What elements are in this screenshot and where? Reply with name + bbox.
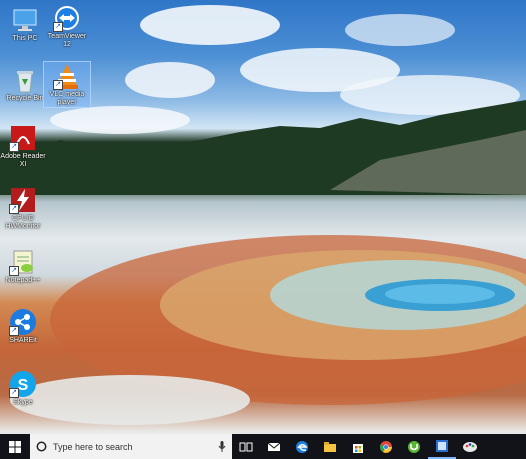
search-placeholder: Type here to search [53, 441, 133, 452]
taskbar-paint-button[interactable] [456, 434, 484, 459]
this-pc-icon [11, 6, 39, 34]
taskbar-edge-button[interactable] [288, 434, 316, 459]
cortana-icon [36, 441, 47, 452]
vlc-icon: ↗ [53, 62, 81, 90]
desktop-icon-label: VLC media player [49, 91, 85, 106]
skype-icon: S ↗ [9, 370, 37, 398]
desktop-icon-recycle-bin[interactable]: Recycle Bin [2, 66, 48, 103]
recycle-bin-icon [11, 66, 39, 94]
shortcut-arrow-icon: ↗ [9, 142, 19, 152]
store-icon [353, 443, 363, 453]
shortcut-arrow-icon: ↗ [9, 266, 19, 276]
taskbar-file-explorer-button[interactable] [316, 434, 344, 459]
desktop-icon-adobe-reader[interactable]: ↗ Adobe Reader XI [0, 124, 46, 169]
teamviewer-icon: ↗ [53, 4, 81, 32]
taskbar-mail-button[interactable] [260, 434, 288, 459]
shareit-icon: ↗ [9, 308, 37, 336]
utorrent-icon [408, 440, 420, 453]
desktop-icon-vlc[interactable]: ↗ VLC media player [43, 61, 91, 108]
shortcut-arrow-icon: ↗ [9, 388, 19, 398]
app-icon [436, 439, 448, 452]
taskbar-app-button[interactable] [428, 434, 456, 459]
file-explorer-icon [324, 441, 336, 452]
desktop-icon-hwmonitor[interactable]: ↗ CPUID HWMonitor [0, 186, 46, 231]
hwmonitor-icon: ↗ [9, 186, 37, 214]
desktop-icon-shareit[interactable]: ↗ SHAREit [0, 308, 46, 345]
adobe-reader-icon: ↗ [9, 124, 37, 152]
paint-icon [463, 441, 477, 452]
desktop[interactable]: This PC ↗ TeamViewer 12 Recycle Bin ↗ VL… [0, 0, 526, 459]
desktop-icon-label: Adobe Reader XI [0, 153, 46, 168]
desktop-icon-teamviewer[interactable]: ↗ TeamViewer 12 [44, 4, 90, 49]
taskbar-chrome-button[interactable] [372, 434, 400, 459]
shortcut-arrow-icon: ↗ [9, 204, 19, 214]
taskbar-search-box[interactable]: Type here to search [30, 434, 232, 459]
taskbar-utorrent-button[interactable] [400, 434, 428, 459]
windows-logo-icon [9, 440, 21, 453]
desktop-icon-label: CPUID HWMonitor [5, 215, 41, 230]
edge-icon [296, 440, 308, 453]
desktop-icon-label: Recycle Bin [6, 95, 44, 102]
desktop-icon-label: Skype [13, 399, 33, 406]
shortcut-arrow-icon: ↗ [9, 326, 19, 336]
task-view-icon [239, 442, 253, 451]
desktop-icon-skype[interactable]: S ↗ Skype [0, 370, 46, 407]
desktop-icon-notepad-plus-plus[interactable]: ↗ Notepad++ [0, 248, 46, 285]
svg-text:S: S [18, 377, 29, 394]
desktop-icon-label: Notepad++ [5, 277, 41, 284]
shortcut-arrow-icon: ↗ [53, 22, 63, 32]
desktop-icon-label: This PC [12, 35, 38, 42]
shortcut-arrow-icon: ↗ [53, 80, 63, 90]
desktop-icon-label: SHAREit [9, 337, 37, 344]
desktop-icon-this-pc[interactable]: This PC [2, 6, 48, 43]
desktop-icon-label: TeamViewer 12 [47, 33, 87, 48]
taskbar: Type here to search [0, 434, 526, 459]
taskbar-store-button[interactable] [344, 434, 372, 459]
start-button[interactable] [0, 434, 30, 459]
chrome-icon [380, 440, 392, 453]
mail-icon [267, 442, 281, 451]
notepad-plus-plus-icon: ↗ [9, 248, 37, 276]
task-view-button[interactable] [232, 434, 260, 459]
microphone-icon[interactable] [218, 441, 226, 452]
